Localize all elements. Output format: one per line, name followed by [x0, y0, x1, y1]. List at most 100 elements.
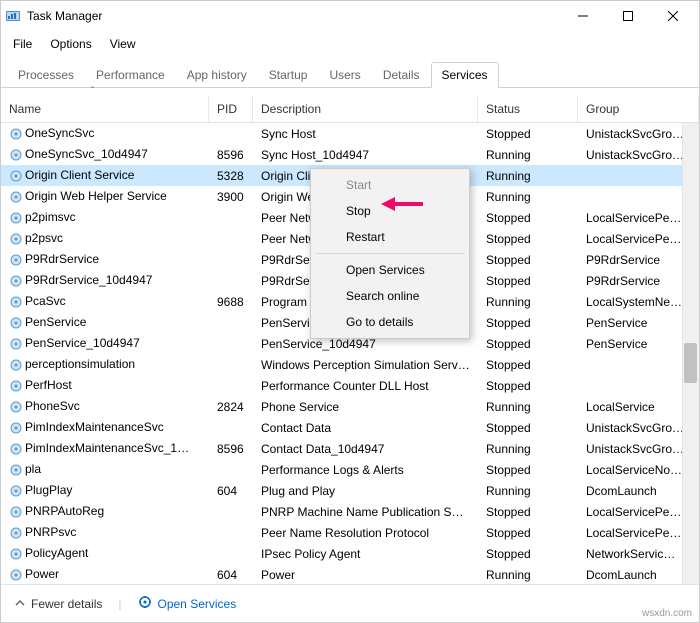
service-desc: Performance Logs & Alerts [253, 462, 478, 478]
service-pid: 3900 [209, 189, 253, 205]
header-status[interactable]: Status [478, 96, 578, 122]
window-title: Task Manager [27, 9, 560, 23]
table-row[interactable]: PimIndexMaintenanceSvcContact DataStoppe… [1, 417, 699, 438]
menu-view[interactable]: View [102, 33, 144, 55]
service-group: UnistackSvcGro… [578, 441, 699, 457]
minimize-button[interactable] [560, 2, 605, 30]
service-pid [209, 469, 253, 471]
gear-icon [9, 232, 23, 246]
service-desc: Phone Service [253, 399, 478, 415]
table-row[interactable]: Power604PowerRunningDcomLaunch [1, 564, 699, 584]
service-group: UnistackSvcGro… [578, 126, 699, 142]
gear-icon [9, 442, 23, 456]
service-group [578, 175, 699, 177]
service-pid [209, 532, 253, 534]
service-status: Running [478, 567, 578, 583]
service-status: Running [478, 147, 578, 163]
gear-icon [9, 358, 23, 372]
service-desc: Sync Host_10d4947 [253, 147, 478, 163]
tab-startup[interactable]: Startup [258, 62, 319, 88]
service-status: Stopped [478, 231, 578, 247]
service-name: Power [25, 567, 59, 581]
tab-app-history[interactable]: App history [176, 62, 258, 88]
table-row[interactable]: PhoneSvc2824Phone ServiceRunningLocalSer… [1, 396, 699, 417]
tab-performance[interactable]: Performance [85, 62, 176, 88]
service-pid [209, 280, 253, 282]
window: Task Manager File Options View Processes… [0, 0, 700, 623]
ctx-restart[interactable]: Restart [314, 224, 466, 250]
service-status: Stopped [478, 504, 578, 520]
titlebar: Task Manager [1, 1, 699, 31]
open-services-link[interactable]: Open Services [138, 595, 237, 612]
header-pid[interactable]: PID [209, 96, 253, 122]
gear-icon [9, 547, 23, 561]
service-name: PlugPlay [25, 483, 72, 497]
service-pid [209, 511, 253, 513]
table-row[interactable]: PolicyAgentIPsec Policy AgentStoppedNetw… [1, 543, 699, 564]
tab-details[interactable]: Details [372, 62, 431, 88]
ctx-go-to-details[interactable]: Go to details [314, 309, 466, 335]
gear-icon [9, 211, 23, 225]
fewer-details-label: Fewer details [31, 597, 102, 611]
close-button[interactable] [650, 2, 695, 30]
table-row[interactable]: PimIndexMaintenanceSvc_1…8596Contact Dat… [1, 438, 699, 459]
fewer-details-link[interactable]: Fewer details [15, 597, 102, 611]
tab-services[interactable]: Services [431, 62, 499, 88]
service-group: PenService [578, 315, 699, 331]
gear-icon [9, 169, 23, 183]
service-group: NetworkServic… [578, 546, 699, 562]
gear-icon [9, 568, 23, 582]
gear-icon [9, 484, 23, 498]
service-status: Stopped [478, 210, 578, 226]
service-status: Running [478, 483, 578, 499]
header-description[interactable]: Description [253, 96, 478, 122]
service-group: LocalServicePe… [578, 210, 699, 226]
service-desc: IPsec Policy Agent [253, 546, 478, 562]
table-row[interactable]: PNRPAutoRegPNRP Machine Name Publication… [1, 501, 699, 522]
tab-users[interactable]: Users [318, 62, 371, 88]
table-headers: ˆ Name PID Description Status Group [1, 88, 699, 123]
service-group: UnistackSvcGro… [578, 147, 699, 163]
maximize-button[interactable] [605, 2, 650, 30]
service-name: pla [25, 462, 41, 476]
ctx-open-services[interactable]: Open Services [314, 257, 466, 283]
scroll-thumb[interactable] [684, 343, 697, 383]
menu-options[interactable]: Options [42, 33, 99, 55]
app-icon [5, 8, 21, 24]
service-name: PolicyAgent [25, 546, 88, 560]
service-desc: Contact Data_10d4947 [253, 441, 478, 457]
table-row[interactable]: PlugPlay604Plug and PlayRunningDcomLaunc… [1, 480, 699, 501]
header-name[interactable]: Name [1, 96, 209, 122]
gear-icon [9, 148, 23, 162]
menu-file[interactable]: File [5, 33, 40, 55]
table-row[interactable]: OneSyncSvcSync HostStoppedUnistackSvcGro… [1, 123, 699, 144]
table-row[interactable]: OneSyncSvc_10d4947 8596Sync Host_10d4947R… [1, 144, 699, 165]
service-pid: 8596 [209, 147, 253, 163]
service-group: LocalSystemNe… [578, 294, 699, 310]
service-status: Stopped [478, 357, 578, 373]
service-pid [209, 385, 253, 387]
table-row[interactable]: perceptionsimulationWindows Perception S… [1, 354, 699, 375]
service-name: OneSyncSvc_10d4947 [25, 147, 148, 161]
service-pid: 604 [209, 567, 253, 583]
gear-icon [9, 400, 23, 414]
service-desc: Power [253, 567, 478, 583]
scrollbar[interactable] [682, 123, 699, 584]
table-row[interactable]: plaPerformance Logs & AlertsStoppedLocal… [1, 459, 699, 480]
service-pid: 604 [209, 483, 253, 499]
tab-processes[interactable]: Processes [7, 62, 85, 88]
service-status: Running [478, 399, 578, 415]
service-status: Running [478, 168, 578, 184]
service-group [578, 364, 699, 366]
table-row[interactable]: PNRPsvcPeer Name Resolution ProtocolStop… [1, 522, 699, 543]
service-status: Stopped [478, 462, 578, 478]
table-row[interactable]: PerfHostPerformance Counter DLL HostStop… [1, 375, 699, 396]
service-status: Running [478, 294, 578, 310]
service-status: Stopped [478, 273, 578, 289]
service-desc: Performance Counter DLL Host [253, 378, 478, 394]
ctx-search-online[interactable]: Search online [314, 283, 466, 309]
service-name: p2pimsvc [25, 210, 76, 224]
table-body: OneSyncSvcSync HostStoppedUnistackSvcGro… [1, 123, 699, 584]
gear-icon [9, 295, 23, 309]
header-group[interactable]: Group [578, 96, 699, 122]
